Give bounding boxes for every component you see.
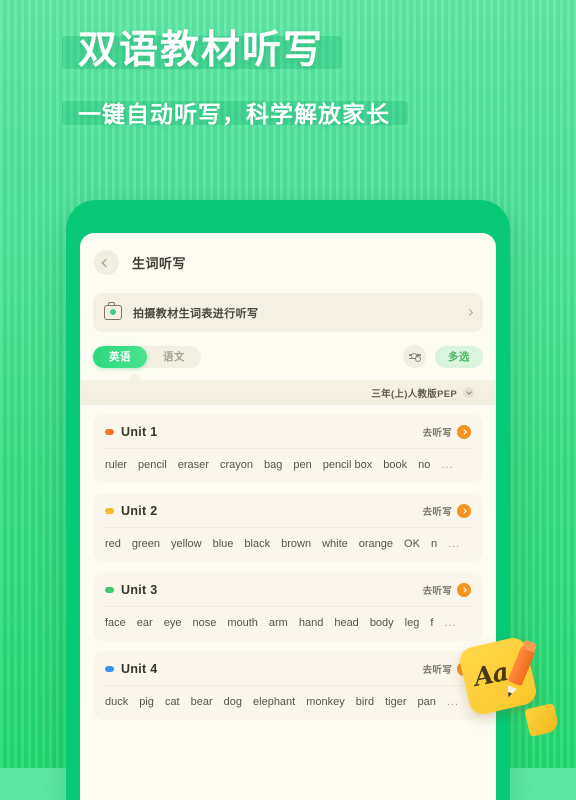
tab-chinese[interactable]: 语文 <box>147 346 201 368</box>
chevron-left-icon <box>101 258 110 267</box>
chevron-right-icon <box>465 308 474 317</box>
word-item: book <box>383 459 408 471</box>
unit-word-list: ruler pencil eraser crayon bag pen pencil box b… <box>93 449 483 483</box>
word-item: ruler <box>105 459 128 471</box>
camera-icon <box>104 302 122 320</box>
sliders-icon[interactable] <box>403 345 426 368</box>
word-item: arm <box>268 617 288 629</box>
word-item: n <box>430 538 438 550</box>
word-item: black <box>244 538 271 550</box>
word-overflow-ellipsis: ... <box>448 538 461 550</box>
unit-status-dot <box>105 587 114 593</box>
word-item: leg <box>404 617 420 629</box>
unit-status-dot <box>105 508 114 514</box>
back-button[interactable] <box>94 250 119 275</box>
unit-card[interactable]: Unit 3 去听写 face ear eye nose mouth arm hand head b… <box>93 572 483 641</box>
word-item: white <box>322 538 348 550</box>
promo-text-block: 双语教材听写 一键自动听写，科学解放家长 <box>0 29 576 129</box>
word-overflow-ellipsis: ... <box>444 617 457 629</box>
textbook-selector[interactable]: 三年(上)人教版PEP <box>80 380 496 405</box>
phone-mockup: 生词听写 拍摄教材生词表进行听写 英语 语文 多选 三年(上)人教版PEP Un… <box>66 200 510 800</box>
word-item: bird <box>355 696 375 708</box>
word-item: dog <box>223 696 243 708</box>
camera-row-label: 拍摄教材生词表进行听写 <box>133 307 259 320</box>
unit-title: Unit 2 <box>121 504 158 518</box>
go-dictation-label: 去听写 <box>422 428 452 439</box>
word-item: body <box>369 617 394 629</box>
word-item: bag <box>263 459 283 471</box>
word-item: head <box>334 617 359 629</box>
promo-headline: 双语教材听写 <box>78 29 325 72</box>
unit-title: Unit 3 <box>121 583 158 597</box>
word-item: monkey <box>306 696 345 708</box>
word-item: elephant <box>253 696 296 708</box>
unit-word-list: red green yellow blue black brown white orange O… <box>93 528 483 562</box>
word-item: red <box>105 538 121 550</box>
word-item: face <box>105 617 126 629</box>
word-item: eye <box>163 617 182 629</box>
word-item: OK <box>404 538 420 550</box>
camera-capture-row[interactable]: 拍摄教材生词表进行听写 <box>93 293 483 332</box>
word-item: pig <box>139 696 154 708</box>
unit-card-header: Unit 4 去听写 <box>93 651 483 685</box>
word-item: green <box>131 538 161 550</box>
unit-title: Unit 4 <box>121 662 158 676</box>
page-title: 生词听写 <box>132 256 187 271</box>
handwriting-sticker: Aa <box>457 634 560 738</box>
unit-word-list: face ear eye nose mouth arm hand head body leg f..… <box>93 607 483 641</box>
app-navbar: 生词听写 <box>80 233 496 285</box>
unit-card-header: Unit 1 去听写 <box>93 414 483 448</box>
unit-status-dot <box>105 666 114 672</box>
word-item: duck <box>105 696 129 708</box>
word-overflow-ellipsis: ... <box>446 696 460 708</box>
chevron-down-icon <box>463 387 474 398</box>
sticky-note-fold <box>524 702 560 738</box>
unit-card-header: Unit 2 去听写 <box>93 493 483 527</box>
go-dictation-label: 去听写 <box>422 507 452 518</box>
go-dictation-label: 去听写 <box>422 586 452 597</box>
unit-list: Unit 1 去听写 ruler pencil eraser crayon bag pen pe… <box>80 405 496 720</box>
go-dictation-label: 去听写 <box>422 665 452 676</box>
word-item: pen <box>293 459 312 471</box>
word-item: hand <box>298 617 324 629</box>
word-item: no <box>418 459 431 471</box>
word-item: bear <box>190 696 213 708</box>
word-item: tiger <box>385 696 407 708</box>
word-item: pencil box <box>322 459 373 471</box>
word-item: mouth <box>227 617 258 629</box>
multi-select-button[interactable]: 多选 <box>435 345 483 368</box>
unit-card[interactable]: Unit 1 去听写 ruler pencil eraser crayon bag pen pe… <box>93 414 483 483</box>
tab-english[interactable]: 英语 <box>93 345 147 368</box>
unit-word-list: duck pig cat bear dog elephant monkey bird tiger… <box>93 686 483 720</box>
word-item: yellow <box>171 538 202 550</box>
unit-title: Unit 1 <box>121 425 158 439</box>
word-item: nose <box>192 617 217 629</box>
arrow-right-circle-icon[interactable] <box>457 583 471 597</box>
word-item: cat <box>164 696 180 708</box>
textbook-selector-label: 三年(上)人教版PEP <box>371 388 457 400</box>
word-item: brown <box>281 538 312 550</box>
word-item: pencil <box>138 459 167 471</box>
promo-subline: 一键自动听写，科学解放家长 <box>78 100 390 127</box>
word-item: blue <box>212 538 234 550</box>
word-item: orange <box>358 538 394 550</box>
unit-card[interactable]: Unit 4 去听写 duck pig cat bear dog elephant monkey… <box>93 651 483 720</box>
arrow-right-circle-icon[interactable] <box>457 504 471 518</box>
subject-tab-row: 英语 语文 多选 <box>93 345 483 368</box>
subject-tabs: 英语 语文 <box>93 345 201 368</box>
word-item: eraser <box>177 459 209 471</box>
word-item: f <box>430 617 434 629</box>
unit-card-header: Unit 3 去听写 <box>93 572 483 606</box>
unit-card[interactable]: Unit 2 去听写 red green yellow blue black brown whi… <box>93 493 483 562</box>
app-screen: 生词听写 拍摄教材生词表进行听写 英语 语文 多选 三年(上)人教版PEP Un… <box>80 233 496 800</box>
word-item: pan <box>417 696 436 708</box>
word-item: crayon <box>219 459 253 471</box>
word-item: ear <box>136 617 153 629</box>
arrow-right-circle-icon[interactable] <box>457 425 471 439</box>
unit-status-dot <box>105 429 114 435</box>
word-overflow-ellipsis: ... <box>441 459 454 471</box>
